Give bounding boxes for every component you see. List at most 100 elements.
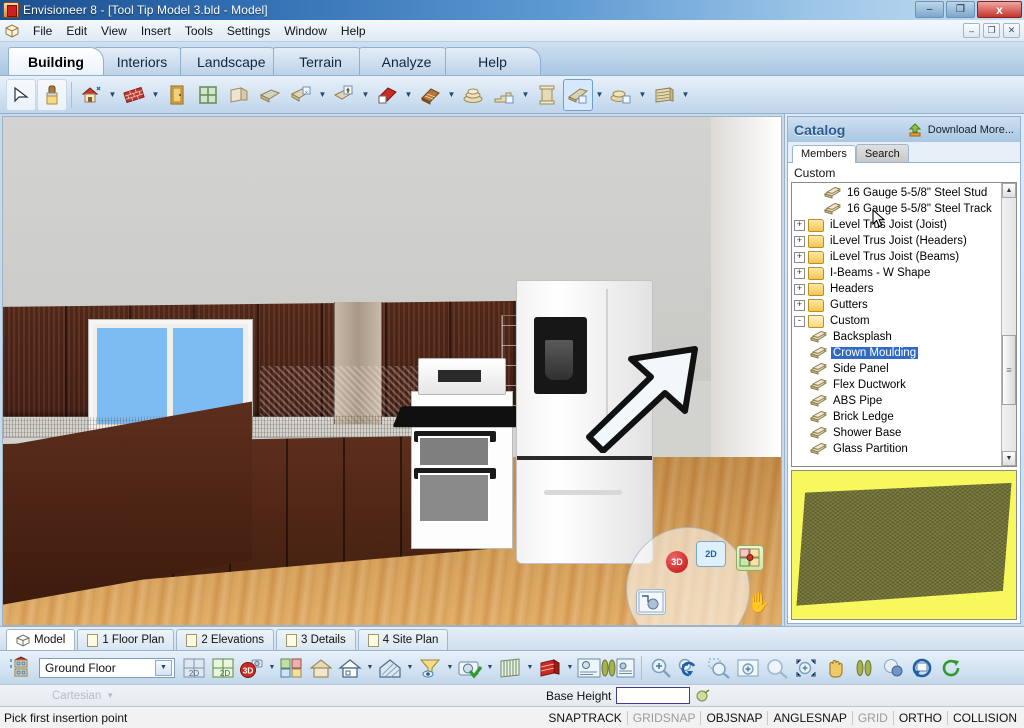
tree-node[interactable]: Shower Base (794, 425, 1001, 441)
ribbon-tab-terrain[interactable]: Terrain (272, 47, 369, 75)
tree-scrollbar[interactable]: ▲ ▼ (1001, 183, 1016, 466)
snapshot-button[interactable] (456, 654, 484, 682)
ribbon-tab-building[interactable]: Building (8, 47, 104, 75)
stairs-down-tool[interactable] (286, 79, 316, 111)
download-more-link[interactable]: Download More... (928, 124, 1014, 136)
house-hatch-button[interactable] (376, 654, 404, 682)
expand-icon[interactable]: + (794, 283, 805, 295)
roof-plane-tool[interactable] (415, 79, 445, 111)
ribbon-tab-landscape[interactable]: Landscape (180, 47, 283, 75)
ribbon-tab-help[interactable]: Help (444, 47, 541, 75)
menu-item-help[interactable]: Help (334, 22, 373, 40)
window-tool[interactable] (193, 79, 223, 111)
stairs-up-tool[interactable] (329, 79, 359, 111)
filter-view-button[interactable] (416, 654, 444, 682)
doc-tab-floor-plan[interactable]: 1 Floor Plan (77, 629, 175, 650)
zoom-extents-button[interactable] (792, 654, 820, 682)
railing-tool[interactable] (489, 79, 519, 111)
zoom-in-button[interactable] (647, 654, 675, 682)
ribbon-tab-interiors[interactable]: Interiors (94, 47, 190, 75)
house-outline-dropdown[interactable]: ▼ (365, 654, 375, 682)
snap-toggle-anglesnap[interactable]: ANGLESNAP (768, 710, 853, 725)
house-wizard-dropdown[interactable]: ▼ (107, 79, 118, 111)
envisioneer-app-icon[interactable] (3, 2, 19, 18)
walk-button[interactable] (850, 654, 878, 682)
column-tool[interactable] (532, 79, 562, 111)
walkthrough-button[interactable] (576, 654, 636, 682)
doc-tab-model[interactable]: Model (6, 629, 76, 650)
maximize-button[interactable]: ❐ (946, 1, 975, 18)
tree-node[interactable]: + Gutters (794, 297, 1001, 313)
house-hatch-dropdown[interactable]: ▼ (405, 654, 415, 682)
scroll-thumb[interactable] (1002, 335, 1016, 405)
zoom-all-button[interactable] (763, 654, 791, 682)
roof-dropdown[interactable]: ▼ (403, 79, 414, 111)
tree-node[interactable]: - Custom (794, 313, 1001, 329)
view-2d-button[interactable]: 2D (209, 654, 237, 682)
material-dropdown[interactable]: ▼ (565, 654, 575, 682)
view-3d-camera-button[interactable]: 3D (238, 654, 266, 682)
menu-item-file[interactable]: File (26, 22, 59, 40)
expand-icon[interactable]: + (794, 219, 805, 231)
chevron-down-icon[interactable]: ▼ (155, 659, 172, 676)
expand-icon[interactable]: + (794, 299, 805, 311)
doc-tab-elevations[interactable]: 2 Elevations (176, 629, 274, 650)
mdi-restore-button[interactable]: ❐ (983, 23, 1000, 38)
base-height-input[interactable] (616, 687, 691, 704)
ribbon-tab-analyze[interactable]: Analyze (358, 47, 455, 75)
railing-dropdown[interactable]: ▼ (520, 79, 531, 111)
nav-2d-button[interactable]: 2D (696, 541, 726, 567)
coordinate-mode-select[interactable]: Cartesian ▼ (52, 690, 114, 702)
building-levels-icon[interactable] (6, 654, 34, 682)
floor-tool[interactable] (255, 79, 285, 111)
filter-view-dropdown[interactable]: ▼ (445, 654, 455, 682)
tree-node[interactable]: Flex Ductwork (794, 377, 1001, 393)
stairs-down-dropdown[interactable]: ▼ (317, 79, 328, 111)
material-button[interactable] (536, 654, 564, 682)
house-outline-button[interactable] (336, 654, 364, 682)
tree-node[interactable]: Glass Partition (794, 441, 1001, 457)
house-solid-button[interactable] (307, 654, 335, 682)
snap-toggle-gridsnap[interactable]: GRIDSNAP (628, 710, 702, 725)
view-2d-grey-button[interactable]: 2D (180, 654, 208, 682)
close-button[interactable]: x (977, 1, 1022, 18)
floor-level-select[interactable]: Ground Floor ▼ (39, 657, 175, 678)
snap-toggle-objsnap[interactable]: OBJSNAP (701, 710, 769, 725)
menu-item-view[interactable]: View (94, 22, 134, 40)
door-tool[interactable] (162, 79, 192, 111)
wall-tool[interactable] (119, 79, 149, 111)
beam-dropdown[interactable]: ▼ (594, 79, 605, 111)
view-cube-icon[interactable] (736, 545, 764, 571)
navigation-widget[interactable]: 3D 2D ✋ (618, 527, 778, 625)
snap-toggle-ortho[interactable]: ORTHO (894, 710, 948, 725)
expand-icon[interactable]: + (794, 235, 805, 247)
zoom-selected-button[interactable] (705, 654, 733, 682)
orbit-button[interactable] (879, 654, 907, 682)
tree-node[interactable]: ABS Pipe (794, 393, 1001, 409)
opening-tool[interactable] (224, 79, 254, 111)
tree-node[interactable]: Brick Ledge (794, 409, 1001, 425)
tree-node[interactable]: + iLevel Trus Joist (Headers) (794, 233, 1001, 249)
menu-item-tools[interactable]: Tools (178, 22, 220, 40)
zoom-previous-button[interactable] (676, 654, 704, 682)
menu-item-window[interactable]: Window (277, 22, 334, 40)
menu-item-settings[interactable]: Settings (220, 22, 277, 40)
tree-node[interactable]: + iLevel Trus Joist (Beams) (794, 249, 1001, 265)
refresh-button[interactable] (937, 654, 965, 682)
collapse-icon[interactable]: - (794, 315, 805, 327)
custom-shape-dropdown[interactable]: ▼ (680, 79, 691, 111)
stairs-up-dropdown[interactable]: ▼ (360, 79, 371, 111)
pan-hand-icon[interactable]: ✋ (746, 589, 772, 615)
scroll-down-arrow[interactable]: ▼ (1002, 451, 1016, 466)
select-arrow-tool[interactable] (6, 78, 36, 111)
roof-tool[interactable] (372, 79, 402, 111)
tree-node[interactable]: + I-Beams - W Shape (794, 265, 1001, 281)
framing-tool[interactable] (606, 79, 636, 111)
tree-node[interactable]: Crown Moulding (794, 345, 1001, 361)
mdi-close-button[interactable]: ✕ (1003, 23, 1020, 38)
minimize-button[interactable]: – (915, 1, 944, 18)
roof-plane-dropdown[interactable]: ▼ (446, 79, 457, 111)
deck-tool[interactable] (458, 79, 488, 111)
pan-button[interactable] (821, 654, 849, 682)
snap-toggle-grid[interactable]: GRID (853, 710, 894, 725)
